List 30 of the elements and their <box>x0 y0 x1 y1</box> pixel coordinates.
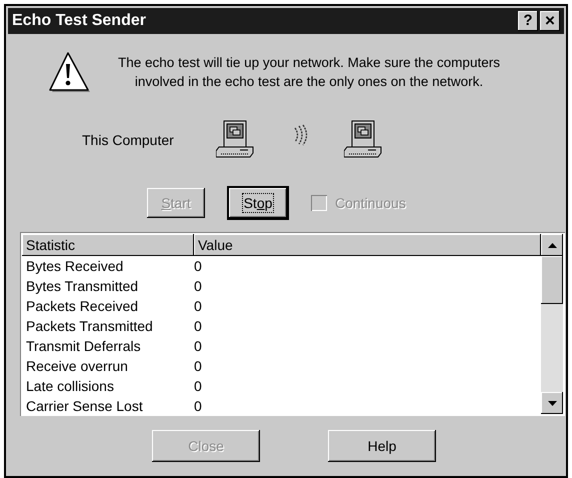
close-button[interactable]: × <box>540 11 560 31</box>
table-cell-text: Bytes Transmitted <box>25 276 140 296</box>
table-cell-text: 0 <box>194 396 202 416</box>
table-cell-text: 0 <box>194 316 202 336</box>
window-title: Echo Test Sender <box>12 11 147 31</box>
signal-waves-icon <box>292 124 308 146</box>
table-cell-text: 0 <box>194 376 202 396</box>
computer-label: This Computer <box>82 130 175 150</box>
column-header[interactable]: Value <box>194 234 541 256</box>
table-cell-text: Carrier Sense Lost <box>25 396 144 416</box>
action-button[interactable]: Stop <box>229 188 287 218</box>
table-cell-text: 0 <box>194 356 202 376</box>
table-cell-text: Bytes Received <box>25 256 124 276</box>
warning-message: The echo test will tie up your network. Make sure the computers involved in the echo test are the only ones on the network. <box>117 54 501 91</box>
table-cell-text: 0 <box>194 336 202 356</box>
table-cell-text: Packets Received <box>25 296 140 316</box>
table-cell-text: Late collisions <box>25 376 115 396</box>
scroll-thumb[interactable] <box>541 256 563 304</box>
table-cell-text: Packets Transmitted <box>25 316 154 336</box>
scroll-down-icon[interactable] <box>541 392 563 414</box>
scrollbar[interactable] <box>541 234 563 414</box>
table-cell-text: 0 <box>194 296 202 316</box>
scroll-up-icon[interactable] <box>541 234 563 256</box>
table-cell-text: 0 <box>194 256 202 276</box>
table-cell-text: Transmit Deferrals <box>25 336 142 356</box>
table-cell-text: Receive overrun <box>25 356 129 376</box>
dialog-button[interactable]: Help <box>328 430 436 462</box>
column-header[interactable]: Statistic <box>22 234 194 256</box>
table-cell-text: 0 <box>194 276 202 296</box>
help-button[interactable]: ? <box>518 11 538 31</box>
